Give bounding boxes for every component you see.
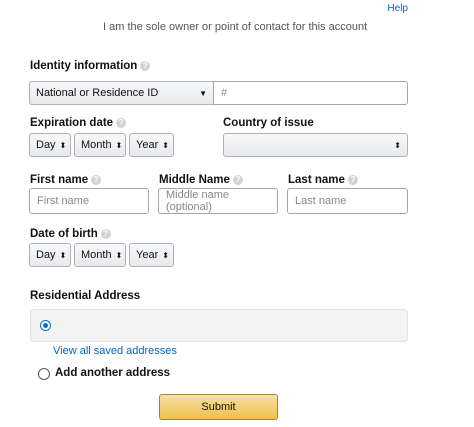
- last-name-heading: Last name?: [288, 174, 358, 186]
- dob-day-value: Day: [36, 249, 56, 261]
- info-icon[interactable]: ?: [347, 174, 358, 185]
- dob-day-select[interactable]: Day ⬍: [29, 243, 71, 267]
- last-name-placeholder: Last name: [295, 195, 347, 207]
- updown-arrows-icon: ⬍: [162, 140, 169, 150]
- submit-button[interactable]: Submit: [159, 394, 278, 420]
- expiration-year-select[interactable]: Year ⬍: [129, 133, 174, 157]
- updown-arrows-icon: ⬍: [162, 250, 169, 260]
- id-type-selected-value: National or Residence ID: [36, 87, 159, 99]
- id-number-placeholder: #: [221, 87, 228, 99]
- updown-arrows-icon: ⬍: [59, 250, 67, 260]
- dob-month-value: Month: [81, 249, 112, 261]
- updown-arrows-icon: ⬍: [394, 140, 401, 150]
- dob-month-select[interactable]: Month ⬍: [74, 243, 126, 267]
- last-name-label: Last name: [288, 174, 345, 186]
- id-type-select[interactable]: National or Residence ID ▼: [29, 81, 214, 105]
- identity-information-heading: Identity information?: [30, 60, 151, 72]
- id-number-input[interactable]: #: [213, 81, 408, 105]
- residential-address-label: Residential Address: [30, 290, 141, 302]
- first-name-heading: First name?: [30, 174, 102, 186]
- view-all-saved-addresses-link[interactable]: View all saved addresses: [53, 345, 177, 357]
- middle-name-input[interactable]: Middle name (optional): [158, 188, 278, 214]
- info-icon[interactable]: ?: [91, 174, 102, 185]
- updown-arrows-icon: ⬍: [59, 140, 67, 150]
- info-icon[interactable]: ?: [100, 228, 111, 239]
- expiration-month-select[interactable]: Month ⬍: [74, 133, 126, 157]
- updown-arrows-icon: ⬍: [115, 140, 123, 150]
- country-of-issue-select[interactable]: ⬍: [223, 133, 408, 157]
- dob-year-select[interactable]: Year ⬍: [129, 243, 174, 267]
- country-of-issue-label: Country of issue: [223, 117, 314, 129]
- expiration-month-value: Month: [81, 139, 112, 151]
- dob-year-value: Year: [136, 249, 159, 261]
- add-another-address-label[interactable]: Add another address: [55, 367, 170, 379]
- sole-owner-note: I am the sole owner or point of contact …: [103, 21, 368, 33]
- middle-name-placeholder: Middle name (optional): [166, 189, 229, 213]
- last-name-input[interactable]: Last name: [287, 188, 408, 214]
- add-another-address-radio[interactable]: [38, 368, 50, 380]
- first-name-label: First name: [30, 174, 89, 186]
- info-icon[interactable]: ?: [140, 60, 151, 71]
- saved-address-radio[interactable]: [40, 320, 51, 331]
- saved-address-option[interactable]: [30, 309, 408, 342]
- first-name-placeholder: First name: [37, 195, 89, 207]
- middle-name-heading: Middle Name?: [159, 174, 243, 186]
- date-of-birth-label: Date of birth: [30, 228, 98, 240]
- info-icon[interactable]: ?: [232, 174, 243, 185]
- updown-arrows-icon: ⬍: [115, 250, 123, 260]
- expiration-day-select[interactable]: Day ⬍: [29, 133, 71, 157]
- expiration-date-heading: Expiration date?: [30, 117, 127, 129]
- date-of-birth-heading: Date of birth?: [30, 228, 111, 240]
- caret-down-icon: ▼: [199, 88, 207, 98]
- expiration-date-label: Expiration date: [30, 117, 114, 129]
- info-icon[interactable]: ?: [116, 117, 127, 128]
- help-link[interactable]: Help: [387, 3, 408, 14]
- first-name-input[interactable]: First name: [29, 188, 149, 214]
- identity-information-label: Identity information: [30, 60, 138, 72]
- middle-name-label: Middle Name: [159, 174, 230, 186]
- expiration-day-value: Day: [36, 139, 56, 151]
- expiration-year-value: Year: [136, 139, 159, 151]
